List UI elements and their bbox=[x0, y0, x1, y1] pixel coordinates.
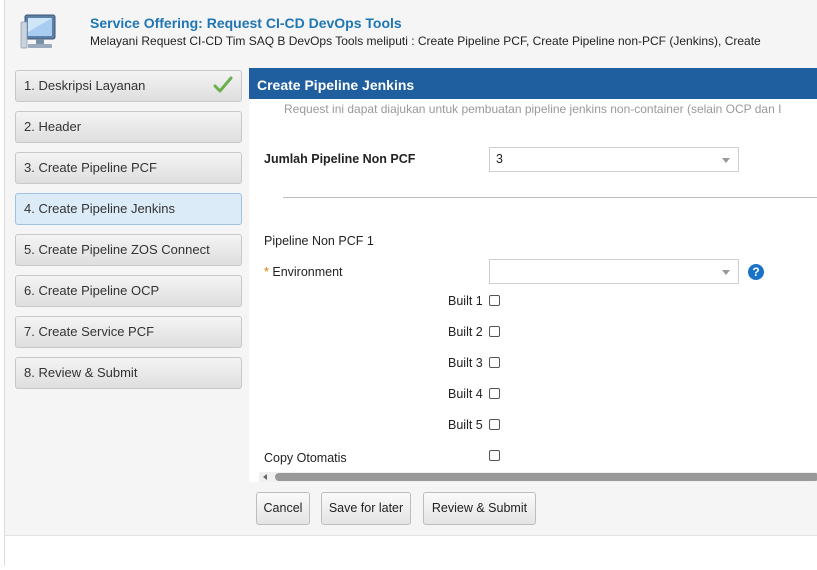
help-icon[interactable]: ? bbox=[748, 264, 764, 280]
cancel-button[interactable]: Cancel bbox=[256, 492, 310, 525]
environment-label-text: Environment bbox=[272, 265, 343, 279]
built-2-label: Built 2 bbox=[448, 325, 483, 339]
copy-otomatis-checkbox[interactable] bbox=[489, 450, 500, 461]
step-header[interactable]: 2. Header bbox=[15, 111, 242, 143]
step-create-pipeline-jenkins[interactable]: 4. Create Pipeline Jenkins bbox=[15, 193, 242, 225]
step-label: 3. Create Pipeline PCF bbox=[24, 160, 157, 175]
environment-label: * Environment bbox=[264, 265, 343, 279]
computer-monitor-icon bbox=[19, 12, 59, 52]
step-label: 6. Create Pipeline OCP bbox=[24, 283, 160, 298]
page-header: Service Offering: Request CI-CD DevOps T… bbox=[5, 0, 817, 66]
required-marker: * bbox=[264, 265, 269, 279]
scrollbar-thumb[interactable] bbox=[275, 473, 817, 481]
service-offering-window: Service Offering: Request CI-CD DevOps T… bbox=[4, 0, 817, 566]
built-2-checkbox[interactable] bbox=[489, 326, 500, 337]
built-3-checkbox[interactable] bbox=[489, 357, 500, 368]
page-title: Service Offering: Request CI-CD DevOps T… bbox=[90, 15, 402, 31]
built-4-label: Built 4 bbox=[448, 387, 483, 401]
panel-title: Create Pipeline Jenkins bbox=[249, 68, 817, 99]
jumlah-pipeline-select[interactable]: 3 bbox=[489, 147, 739, 172]
jumlah-pipeline-label: Jumlah Pipeline Non PCF bbox=[264, 152, 416, 166]
built-1-label: Built 1 bbox=[448, 294, 483, 308]
step-create-pipeline-ocp[interactable]: 6. Create Pipeline OCP bbox=[15, 275, 242, 307]
built-1-checkbox[interactable] bbox=[489, 295, 500, 306]
chevron-down-icon bbox=[722, 270, 730, 275]
wizard-steps-sidebar: 1. Deskripsi Layanan 2. Header 3. Create… bbox=[15, 70, 242, 398]
step-label: 8. Review & Submit bbox=[24, 365, 138, 380]
footer-bar bbox=[5, 535, 817, 566]
panel-note: Request ini dapat diajukan untuk pembuat… bbox=[284, 102, 782, 116]
built-4-checkbox[interactable] bbox=[489, 388, 500, 399]
form-panel: Create Pipeline Jenkins Request ini dapa… bbox=[249, 68, 817, 482]
section-divider bbox=[283, 197, 817, 198]
pipeline-section-title: Pipeline Non PCF 1 bbox=[264, 234, 374, 248]
checkmark-icon bbox=[213, 75, 233, 95]
review-submit-button[interactable]: Review & Submit bbox=[423, 492, 536, 525]
step-deskripsi-layanan[interactable]: 1. Deskripsi Layanan bbox=[15, 70, 242, 102]
save-for-later-button[interactable]: Save for later bbox=[321, 492, 411, 525]
copy-otomatis-label: Copy Otomatis bbox=[264, 451, 347, 465]
environment-select[interactable] bbox=[489, 259, 739, 284]
horizontal-scrollbar[interactable] bbox=[259, 472, 817, 482]
scroll-left-arrow-icon[interactable] bbox=[263, 474, 267, 480]
step-create-pipeline-pcf[interactable]: 3. Create Pipeline PCF bbox=[15, 152, 242, 184]
jumlah-pipeline-value: 3 bbox=[496, 152, 503, 166]
step-label: 5. Create Pipeline ZOS Connect bbox=[24, 242, 210, 257]
step-label: 7. Create Service PCF bbox=[24, 324, 155, 339]
built-5-label: Built 5 bbox=[448, 418, 483, 432]
step-label: 1. Deskripsi Layanan bbox=[24, 78, 146, 93]
step-review-submit[interactable]: 8. Review & Submit bbox=[15, 357, 242, 389]
chevron-down-icon bbox=[722, 158, 730, 163]
built-3-label: Built 3 bbox=[448, 356, 483, 370]
step-create-pipeline-zos-connect[interactable]: 5. Create Pipeline ZOS Connect bbox=[15, 234, 242, 266]
step-label: 4. Create Pipeline Jenkins bbox=[24, 201, 176, 216]
step-label: 2. Header bbox=[24, 119, 82, 134]
built-5-checkbox[interactable] bbox=[489, 419, 500, 430]
page-subtitle: Melayani Request CI-CD Tim SAQ B DevOps … bbox=[90, 34, 761, 48]
step-create-service-pcf[interactable]: 7. Create Service PCF bbox=[15, 316, 242, 348]
